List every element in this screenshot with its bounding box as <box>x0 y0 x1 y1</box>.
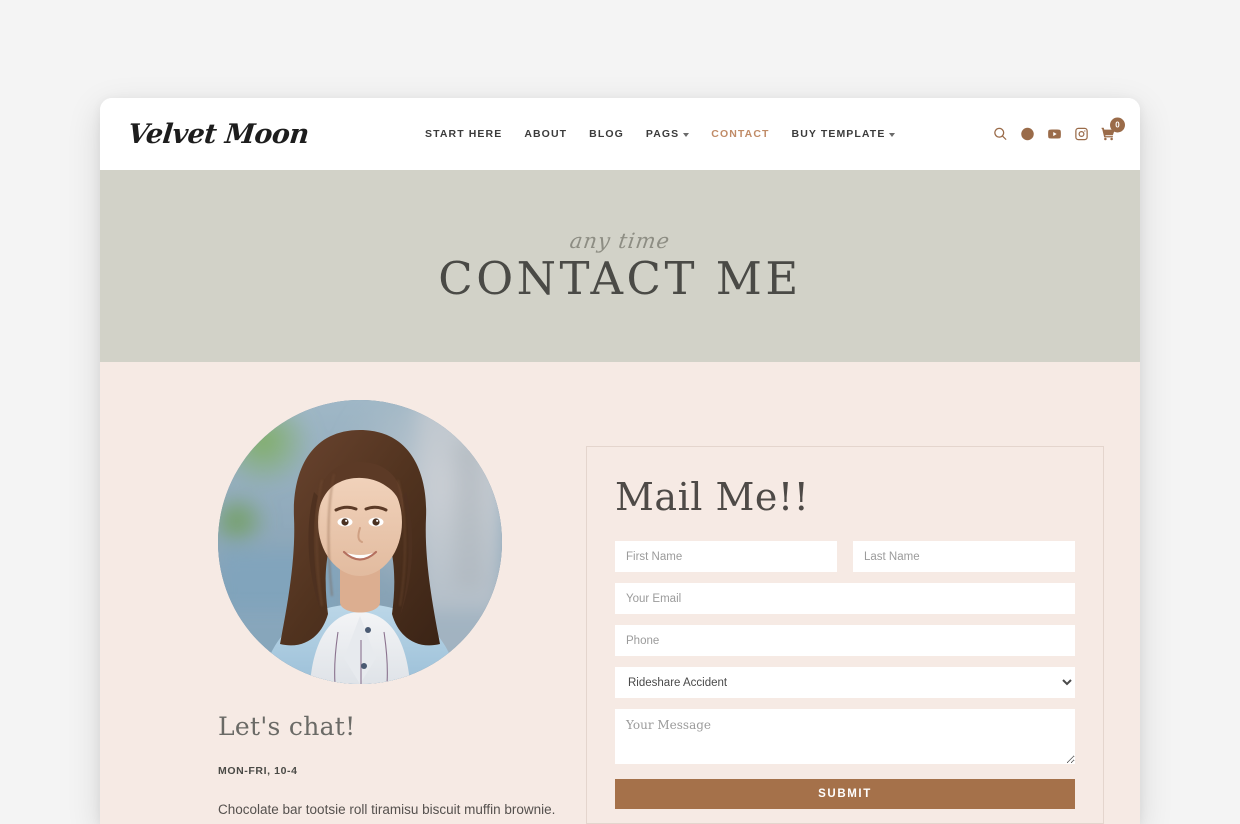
contact-form-panel: Mail Me!! Rideshare Accident <box>586 446 1104 824</box>
email-input[interactable] <box>615 583 1075 614</box>
page-title: CONTACT ME <box>438 252 802 306</box>
message-textarea[interactable] <box>615 709 1075 764</box>
nav-label: CONTACT <box>711 128 770 140</box>
contact-info-column: Let's chat! MON-FRI, 10-4 Chocolate bar … <box>136 400 556 824</box>
youtube-icon[interactable] <box>1047 127 1062 142</box>
first-name-input[interactable] <box>615 541 837 572</box>
office-hours: MON-FRI, 10-4 <box>218 765 298 777</box>
nav-item-contact[interactable]: CONTACT <box>711 128 769 140</box>
nav-item-about[interactable]: ABOUT <box>524 128 567 140</box>
nav-item-pags[interactable]: PAGS <box>645 128 690 140</box>
site-header: Velvet Moon START HERE ABOUT BLOG PAGS C… <box>100 98 1140 170</box>
cart-count-badge: 0 <box>1110 117 1125 133</box>
nav-label: BLOG <box>589 128 624 140</box>
nav-label: BUY TEMPLATE <box>791 128 886 140</box>
nav-label: START HERE <box>425 128 503 140</box>
contact-form-column: Mail Me!! Rideshare Accident <box>586 400 1104 824</box>
subject-row: Rideshare Accident <box>615 667 1075 698</box>
cart-button[interactable]: 0 <box>1101 117 1125 142</box>
submit-button[interactable]: SUBMIT <box>615 779 1075 809</box>
header-icon-group: 0 <box>993 117 1125 142</box>
search-icon[interactable] <box>993 127 1008 142</box>
hero-subtitle: any time <box>568 229 672 254</box>
nav-label: ABOUT <box>524 128 568 140</box>
nav-item-buy-template[interactable]: BUY TEMPLATE <box>792 128 896 140</box>
page-content: Let's chat! MON-FRI, 10-4 Chocolate bar … <box>100 362 1140 824</box>
name-row <box>615 541 1075 572</box>
site-logo[interactable]: Velvet Moon <box>126 119 310 150</box>
main-navigation: START HERE ABOUT BLOG PAGS CONTACT BUY T… <box>425 128 896 140</box>
facebook-icon[interactable] <box>1020 127 1035 142</box>
subject-select[interactable]: Rideshare Accident <box>615 667 1075 698</box>
nav-label: PAGS <box>645 128 680 140</box>
phone-input[interactable] <box>615 625 1075 656</box>
contact-paragraph: Chocolate bar tootsie roll tiramisu bisc… <box>218 802 556 817</box>
avatar <box>218 400 502 684</box>
instagram-icon[interactable] <box>1074 127 1089 142</box>
chevron-down-icon <box>889 132 896 137</box>
message-row <box>615 709 1075 764</box>
nav-item-start-here[interactable]: START HERE <box>425 128 502 140</box>
form-title: Mail Me!! <box>615 475 810 519</box>
last-name-input[interactable] <box>853 541 1075 572</box>
site-card: Velvet Moon START HERE ABOUT BLOG PAGS C… <box>100 98 1140 824</box>
phone-row <box>615 625 1075 656</box>
chevron-down-icon <box>683 132 690 137</box>
hero-banner: any time CONTACT ME <box>100 170 1140 362</box>
contact-heading: Let's chat! <box>218 712 356 741</box>
nav-item-blog[interactable]: BLOG <box>589 128 624 140</box>
email-row <box>615 583 1075 614</box>
